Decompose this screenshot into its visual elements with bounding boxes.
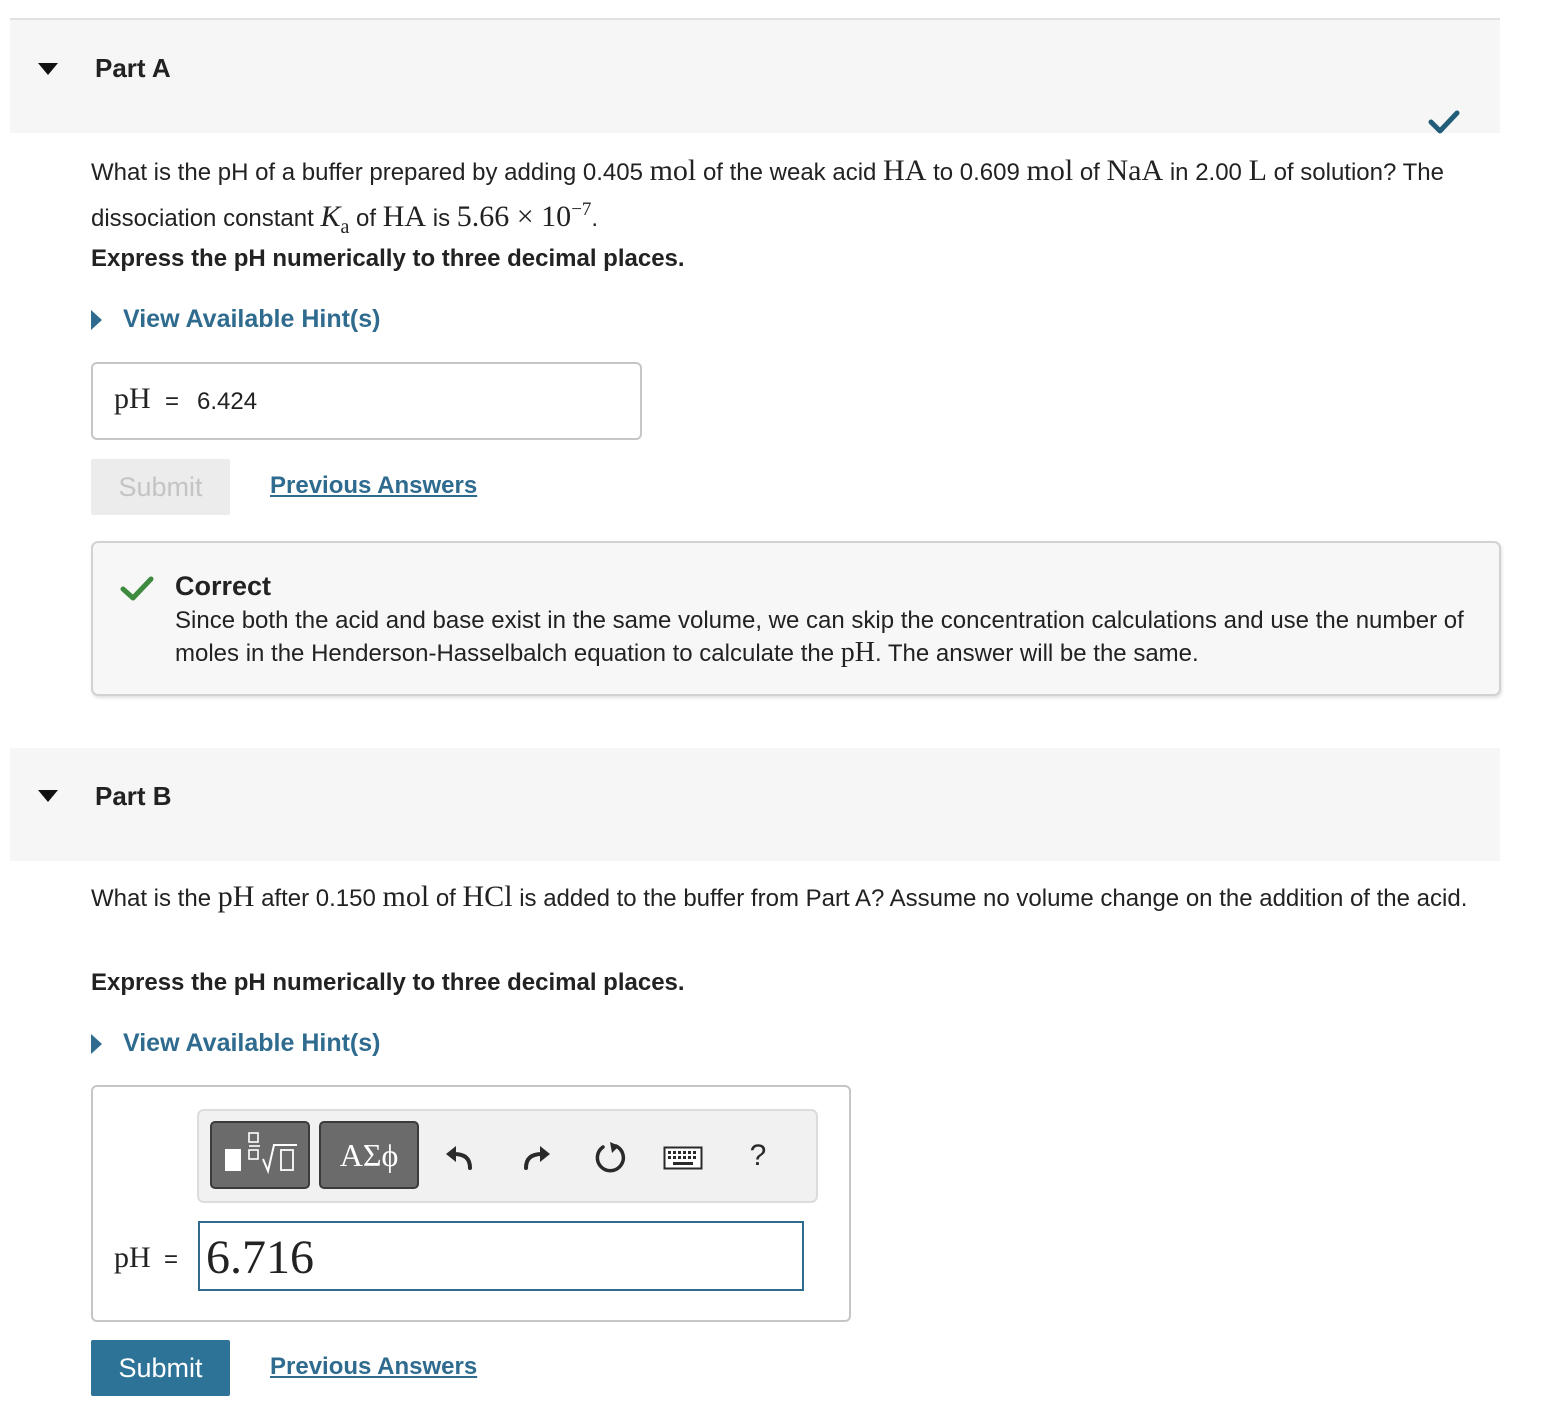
part-b-title: Part B: [95, 781, 172, 811]
part-a-question: What is the pH of a buffer prepared by a…: [91, 154, 1444, 238]
answer-label: pH: [114, 382, 151, 415]
part-a-previous-answers-link[interactable]: Previous Answers: [270, 472, 477, 500]
part-b-previous-answers-link[interactable]: Previous Answers: [270, 1353, 477, 1381]
submitted-answer-value: 6.424: [197, 388, 258, 415]
part-a-submit-button[interactable]: Submit: [91, 459, 230, 515]
part-b-answer-box: ΑΣϕ ? pH = 6.716: [91, 1085, 851, 1322]
redo-icon[interactable]: [517, 1139, 557, 1175]
expand-triangle-icon: [91, 309, 102, 330]
part-b-submit-button[interactable]: Submit: [91, 1340, 230, 1396]
part-a-hints-toggle[interactable]: View Available Hint(s): [91, 305, 380, 334]
part-b-instruction: Express the pH numerically to three deci…: [91, 969, 685, 996]
undo-icon[interactable]: [439, 1139, 479, 1175]
correct-check-icon: [120, 576, 154, 601]
greek-symbols-button[interactable]: ΑΣϕ: [319, 1121, 419, 1189]
hint-label: View Available Hint(s): [123, 1029, 381, 1057]
answer-label: pH: [114, 1241, 151, 1274]
feedback-title: Correct: [175, 571, 272, 601]
fraction-root-template-icon: [225, 1132, 297, 1175]
collapse-triangle-icon[interactable]: [38, 790, 58, 802]
hint-label: View Available Hint(s): [123, 305, 381, 333]
templates-button[interactable]: [210, 1121, 310, 1189]
part-b-question: What is the pH after 0.150 mol of HCl is…: [91, 880, 1468, 913]
feedback-text: Since both the acid and base exist in th…: [175, 607, 1464, 668]
help-icon[interactable]: ?: [739, 1135, 777, 1177]
reset-icon[interactable]: [589, 1137, 631, 1177]
equals-sign: =: [164, 1246, 179, 1273]
keyboard-icon[interactable]: [661, 1143, 705, 1173]
part-a-title: Part A: [95, 53, 171, 83]
correct-feedback-box: Correct Since both the acid and base exi…: [91, 541, 1501, 696]
math-toolbar: ΑΣϕ ?: [197, 1109, 818, 1203]
collapse-triangle-icon[interactable]: [38, 63, 58, 75]
part-b-hints-toggle[interactable]: View Available Hint(s): [91, 1029, 380, 1058]
part-a-answer-box: pH = 6.424: [91, 362, 642, 440]
expand-triangle-icon: [91, 1033, 102, 1054]
part-a-instruction: Express the pH numerically to three deci…: [91, 245, 685, 272]
completed-check-icon: [1428, 110, 1460, 134]
part-a-header[interactable]: Part A: [10, 20, 1500, 133]
answer-input[interactable]: 6.716: [198, 1221, 804, 1291]
equals-sign: =: [165, 388, 180, 415]
part-b-header[interactable]: Part B: [10, 748, 1500, 861]
